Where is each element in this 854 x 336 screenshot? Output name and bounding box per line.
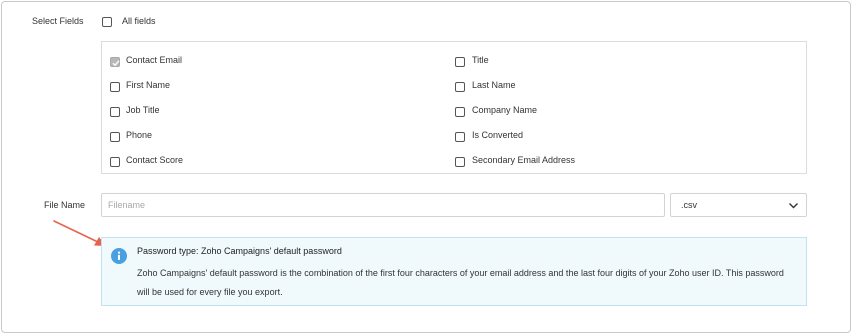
password-info-text: Zoho Campaigns' default password is the … <box>137 268 784 297</box>
field-checkbox-is-converted[interactable] <box>455 132 465 142</box>
field-label-phone: Phone <box>126 130 153 140</box>
password-info-title: Password type: Zoho Campaigns' default p… <box>137 246 342 256</box>
field-checkbox-contact-score[interactable] <box>110 157 120 167</box>
file-format-select[interactable]: .csv <box>670 193 807 217</box>
all-fields-checkbox[interactable] <box>102 17 112 27</box>
fields-list <box>101 41 807 174</box>
field-checkbox-company-name[interactable] <box>455 107 465 117</box>
field-label-secondary-email-address: Secondary Email Address <box>472 155 576 165</box>
field-label-contact-score: Contact Score <box>126 155 184 165</box>
field-checkbox-phone[interactable] <box>110 132 120 142</box>
all-fields-label: All fields <box>122 16 156 26</box>
field-label-job-title: Job Title <box>126 105 160 115</box>
checkmark-icon <box>112 60 120 67</box>
info-icon <box>111 248 127 264</box>
file-name-label: File Name <box>44 200 86 210</box>
field-checkbox-job-title[interactable] <box>110 107 120 117</box>
field-checkbox-last-name[interactable] <box>455 82 465 92</box>
field-label-last-name: Last Name <box>472 80 516 90</box>
field-label-is-converted: Is Converted <box>472 130 524 140</box>
field-checkbox-first-name[interactable] <box>110 82 120 92</box>
field-label-first-name: First Name <box>126 80 171 90</box>
file-name-field[interactable] <box>101 193 665 217</box>
field-checkbox-title[interactable] <box>455 57 465 67</box>
field-label-company-name: Company Name <box>472 105 538 115</box>
password-info-box: Password type: Zoho Campaigns' default p… <box>101 237 807 306</box>
field-checkbox-contact-email[interactable] <box>110 57 120 67</box>
file-format-value: .csv <box>681 200 698 210</box>
file-name-input[interactable] <box>102 194 664 216</box>
field-label-title: Title <box>472 55 489 65</box>
field-checkbox-secondary-email-address[interactable] <box>455 157 465 167</box>
select-fields-label: Select Fields <box>32 16 84 26</box>
chevron-down-icon <box>789 203 798 209</box>
field-label-contact-email: Contact Email <box>126 55 183 65</box>
